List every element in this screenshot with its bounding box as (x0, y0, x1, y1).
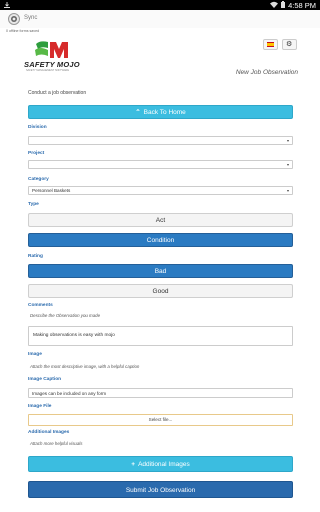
page-title: New Job Observation (235, 69, 298, 76)
select-file-button[interactable]: Select file... (28, 414, 293, 426)
type-option-condition[interactable]: Condition (28, 233, 293, 247)
app-logo-icon[interactable] (8, 13, 20, 25)
download-icon (3, 1, 13, 9)
project-select[interactable] (28, 160, 293, 169)
category-select[interactable]: Personnel Baskets (28, 186, 293, 195)
chevron-up-icon: ⌃ (135, 109, 141, 116)
comments-label: Comments (28, 303, 53, 308)
image-caption-input[interactable]: Images can be included on any form (28, 388, 293, 398)
type-label: Type (28, 202, 39, 207)
rating-label: Rating (28, 254, 43, 259)
dropdown-caret-icon (287, 140, 289, 142)
gear-icon: ⚙ (286, 41, 293, 48)
category-label: Category (28, 177, 49, 182)
status-time: 4:58 PM (288, 0, 316, 10)
back-to-home-label: Back To Home (143, 109, 186, 116)
comments-help: Describe the Observation you made (30, 313, 101, 318)
logo-tagline: SAFETY MANAGEMENT SOFTWARE (26, 69, 70, 72)
additional-images-button-label: Additional Images (138, 461, 190, 468)
offline-forms-note: 0 offline forms saved (6, 29, 40, 33)
additional-images-button[interactable]: + Additional Images (28, 456, 293, 472)
additional-images-help: Attach more helpful visuals (30, 441, 83, 446)
type-option-act[interactable]: Act (28, 213, 293, 227)
submit-job-observation-button[interactable]: Submit Job Observation (28, 481, 293, 498)
back-to-home-button[interactable]: ⌃ Back To Home (28, 105, 293, 119)
division-label: Division (28, 125, 47, 130)
settings-button[interactable]: ⚙ (282, 39, 297, 50)
logo-wordmark: SAFETY MOJO (24, 60, 80, 69)
app-bar: Sync (0, 10, 320, 28)
safety-mojo-logo: SAFETY MOJO SAFETY MANAGEMENT SOFTWARE (24, 40, 80, 74)
plus-icon: + (131, 461, 136, 468)
additional-images-label: Additional Images (28, 430, 70, 435)
dropdown-caret-icon (287, 164, 289, 166)
wifi-icon (270, 1, 279, 10)
dropdown-caret-icon (287, 190, 289, 192)
language-button[interactable] (263, 39, 278, 50)
category-value: Personnel Baskets (32, 188, 71, 193)
spain-flag-icon (267, 42, 274, 47)
image-help: Attach the most descriptive image, with … (30, 364, 140, 369)
rating-option-bad[interactable]: Bad (28, 264, 293, 278)
image-caption-label: Image Caption (28, 377, 62, 382)
comments-textarea[interactable]: Making observations is easy with mojo (28, 326, 293, 346)
project-label: Project (28, 151, 45, 156)
page-subtitle: Conduct a job observation (28, 90, 87, 96)
battery-icon (281, 0, 286, 10)
status-bar: 4:58 PM (0, 0, 320, 10)
image-label: Image (28, 352, 42, 357)
sync-label[interactable]: Sync (24, 15, 37, 21)
image-file-label: Image File (28, 404, 52, 409)
division-select[interactable] (28, 136, 293, 145)
rating-option-good[interactable]: Good (28, 284, 293, 298)
